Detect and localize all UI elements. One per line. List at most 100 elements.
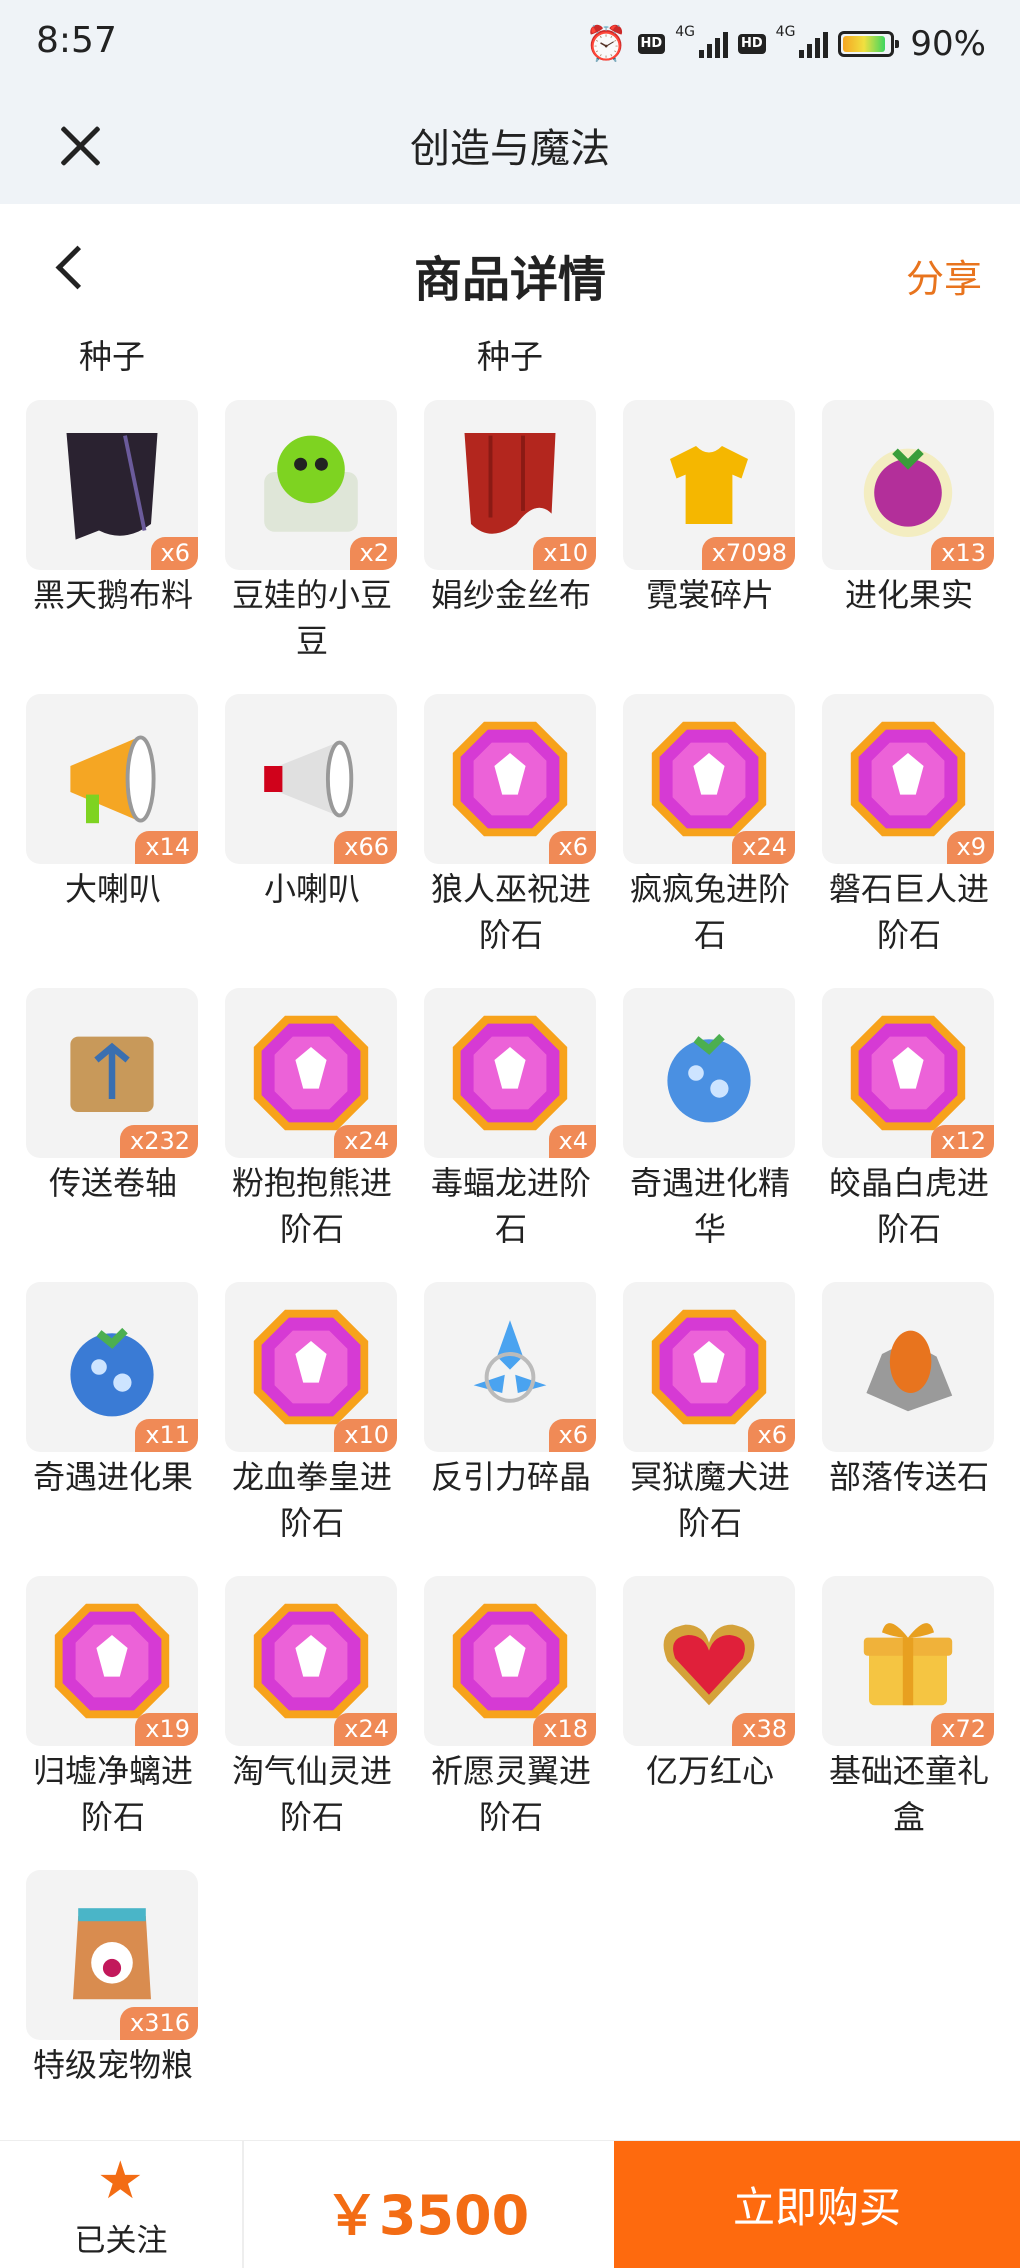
- antigravity-crystal-icon: [445, 1302, 575, 1432]
- page-title: 商品详情: [413, 252, 606, 308]
- item-card[interactable]: x6 反引力碎晶: [416, 1278, 615, 1572]
- item-name: 狼人巫祝进阶石: [430, 870, 591, 954]
- item-name: 奇遇进化精华: [629, 1164, 790, 1248]
- network-type-2: 4G: [775, 24, 796, 40]
- item-tile: x6: [424, 694, 596, 864]
- item-card[interactable]: x10 龙血拳皇进阶石: [217, 1278, 416, 1572]
- item-card[interactable]: x6 黑天鹅布料: [18, 396, 217, 690]
- item-name: 大喇叭: [64, 870, 161, 908]
- item-tile: x14: [26, 694, 198, 864]
- item-count-badge: x6: [150, 537, 198, 570]
- item-count-badge: x10: [533, 537, 596, 570]
- item-card[interactable]: x11 奇遇进化果: [18, 1278, 217, 1572]
- share-button[interactable]: 分享: [906, 248, 982, 303]
- item-name: 淘气仙灵进阶石: [231, 1752, 392, 1836]
- item-name: 归墟净螭进阶石: [32, 1752, 193, 1836]
- item-count-badge: x38: [732, 1713, 795, 1746]
- item-tile: x316: [26, 1870, 198, 2040]
- item-tile: [822, 1282, 994, 1452]
- buy-now-button[interactable]: 立即购买: [614, 2141, 1020, 2268]
- item-name: 传送卷轴: [48, 1164, 177, 1202]
- item-count-badge: x13: [931, 537, 994, 570]
- item-tile: x10: [424, 400, 596, 570]
- item-name: 种子: [477, 337, 543, 376]
- item-card[interactable]: x9 磐石巨人进阶石: [814, 690, 1013, 984]
- item-tile: x19: [26, 1576, 198, 1746]
- item-name: 豆娃的小豆豆: [231, 576, 392, 660]
- status-time: 8:57: [36, 20, 117, 61]
- item-card[interactable]: x14 大喇叭: [18, 690, 217, 984]
- item-name: 霓裳碎片: [645, 576, 774, 614]
- item-name: 磐石巨人进阶石: [828, 870, 989, 954]
- item-name: 黑天鹅布料: [32, 576, 193, 614]
- item-card[interactable]: x38 亿万红心: [615, 1572, 814, 1866]
- item-name: 种子: [79, 337, 145, 376]
- item-name: 粉抱抱熊进阶石: [231, 1164, 392, 1248]
- gem-bat-dragon-icon: [445, 1008, 575, 1138]
- status-icons: ⏰ HD 4G HD 4G 90%: [585, 22, 986, 66]
- item-tile: x7098: [623, 400, 795, 570]
- gem-hell-hound-icon: [644, 1302, 774, 1432]
- gem-wing-icon: [445, 1596, 575, 1726]
- item-count-badge: x4: [548, 1125, 596, 1158]
- item-card[interactable]: x10 娟纱金丝布: [416, 396, 615, 690]
- star-icon: ★: [97, 2151, 144, 2211]
- item-name: 皎晶白虎进阶石: [828, 1164, 989, 1248]
- evolution-essence-icon: [644, 1008, 774, 1138]
- status-bar: 8:57 ⏰ HD 4G HD 4G 90%: [0, 0, 1020, 88]
- gift-box-icon: [843, 1596, 973, 1726]
- gem-wolf-icon: [445, 714, 575, 844]
- tribe-teleport-stone-icon: [843, 1302, 973, 1432]
- item-tile: x72: [822, 1576, 994, 1746]
- item-tile: x6: [26, 400, 198, 570]
- item-count-badge: x6: [747, 1419, 795, 1452]
- item-card[interactable]: x6 狼人巫祝进阶石: [416, 690, 615, 984]
- red-heart-icon: [644, 1596, 774, 1726]
- item-tile: x9: [822, 694, 994, 864]
- item-card[interactable]: x18 祈愿灵翼进阶石: [416, 1572, 615, 1866]
- item-card[interactable]: 部落传送石: [814, 1278, 1013, 1572]
- item-card[interactable]: x13 进化果实: [814, 396, 1013, 690]
- item-tile: x38: [623, 1576, 795, 1746]
- item-tile: x6: [424, 1282, 596, 1452]
- item-card[interactable]: x12 皎晶白虎进阶石: [814, 984, 1013, 1278]
- item-tile: x6: [623, 1282, 795, 1452]
- gem-fairy-icon: [246, 1596, 376, 1726]
- item-card[interactable]: x316 特级宠物粮: [18, 1866, 217, 2160]
- item-count-badge: x14: [135, 831, 198, 864]
- item-count-badge: x24: [732, 831, 795, 864]
- alarm-icon: ⏰: [585, 24, 628, 64]
- item-card[interactable]: x24 粉抱抱熊进阶石: [217, 984, 416, 1278]
- gem-white-tiger-icon: [843, 1008, 973, 1138]
- gem-bear-icon: [246, 1008, 376, 1138]
- item-count-badge: x18: [533, 1713, 596, 1746]
- follow-button[interactable]: ★ 已关注: [0, 2141, 244, 2268]
- item-tile: x13: [822, 400, 994, 570]
- evolution-berry-icon: [843, 420, 973, 550]
- item-card[interactable]: x66 小喇叭: [217, 690, 416, 984]
- page-header: 商品详情 分享: [0, 204, 1020, 334]
- item-card[interactable]: x24 淘气仙灵进阶石: [217, 1572, 416, 1866]
- gem-dragon-fist-icon: [246, 1302, 376, 1432]
- item-card[interactable]: 奇遇进化精华: [615, 984, 814, 1278]
- red-silk-cloth-icon: [445, 420, 575, 550]
- item-count-badge: x10: [334, 1419, 397, 1452]
- item-name: 进化果实: [844, 576, 973, 614]
- gem-chi-dragon-icon: [47, 1596, 177, 1726]
- big-megaphone-icon: [47, 714, 177, 844]
- item-name: 奇遇进化果: [32, 1458, 193, 1496]
- item-name: 娟纱金丝布: [430, 576, 591, 614]
- item-card[interactable]: x19 归墟净螭进阶石: [18, 1572, 217, 1866]
- item-count-badge: x2: [349, 537, 397, 570]
- item-card[interactable]: x7098 霓裳碎片: [615, 396, 814, 690]
- item-card[interactable]: x24 疯疯兔进阶石: [615, 690, 814, 984]
- item-card[interactable]: x2 豆娃的小豆豆: [217, 396, 416, 690]
- item-tile: x18: [424, 1576, 596, 1746]
- blue-evolution-fruit-icon: [47, 1302, 177, 1432]
- item-card[interactable]: x232 传送卷轴: [18, 984, 217, 1278]
- small-megaphone-icon: [246, 714, 376, 844]
- item-card[interactable]: x4 毒蝠龙进阶石: [416, 984, 615, 1278]
- item-card[interactable]: x6 冥狱魔犬进阶石: [615, 1278, 814, 1572]
- item-name: 冥狱魔犬进阶石: [629, 1458, 790, 1542]
- item-card[interactable]: x72 基础还童礼盒: [814, 1572, 1013, 1866]
